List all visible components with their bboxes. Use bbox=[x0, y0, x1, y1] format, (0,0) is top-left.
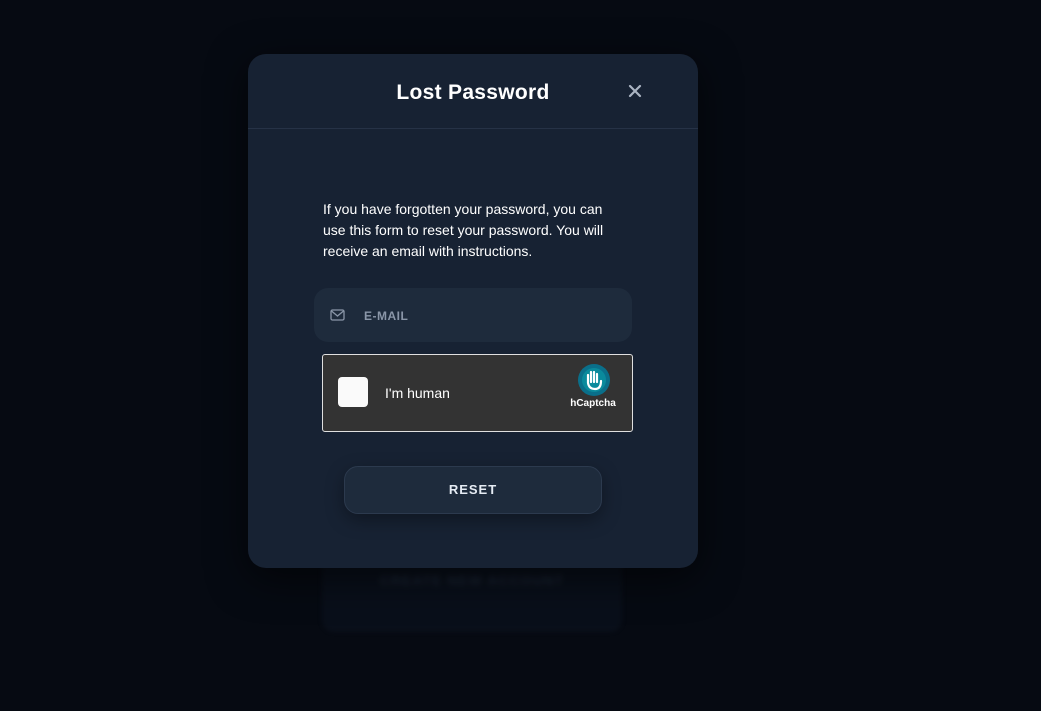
captcha-brand: hCaptcha bbox=[570, 398, 616, 409]
lost-password-modal: Lost Password If you have forgotten your… bbox=[248, 54, 698, 568]
captcha-checkbox[interactable] bbox=[338, 377, 368, 407]
captcha-label: I'm human bbox=[385, 385, 450, 401]
reset-button[interactable]: RESET bbox=[344, 466, 602, 514]
background-create-account-label: CREATE NEW ACCOUNT bbox=[379, 572, 565, 588]
close-icon[interactable] bbox=[626, 82, 644, 100]
instructions-text: If you have forgotten your password, you… bbox=[323, 201, 604, 259]
mail-icon bbox=[330, 308, 346, 322]
email-input[interactable] bbox=[362, 288, 621, 344]
modal-header: Lost Password bbox=[248, 54, 698, 129]
hcaptcha-logo-icon[interactable] bbox=[577, 363, 611, 397]
hcaptcha-widget: I'm human hCaptcha bbox=[322, 354, 633, 432]
email-field[interactable] bbox=[314, 288, 632, 344]
